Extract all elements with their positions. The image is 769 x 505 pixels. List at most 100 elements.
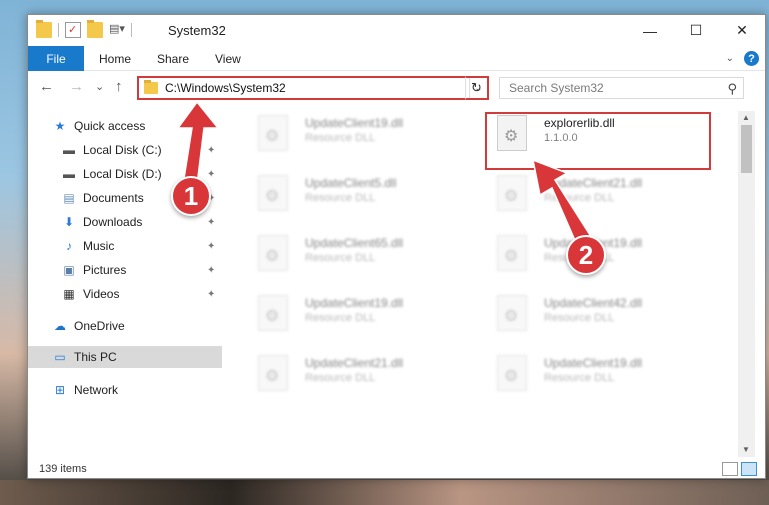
properties-icon[interactable]: ✓ xyxy=(65,22,81,38)
sidebar-item-local-disk-c[interactable]: ▬ Local Disk (C:) ✦ xyxy=(61,139,251,161)
tab-home[interactable]: Home xyxy=(99,46,131,71)
file-name: UpdateClient21.dll xyxy=(544,176,643,190)
file-name: UpdateClient5.dll xyxy=(305,176,397,190)
details-view-icon[interactable] xyxy=(722,462,738,476)
sidebar-item-local-disk-d[interactable]: ▬ Local Disk (D:) ✦ xyxy=(61,163,251,185)
quick-access-toolbar: ✓ ▤▾ xyxy=(36,20,132,38)
file-description: Resource DLL xyxy=(544,192,615,204)
sidebar-item-onedrive[interactable]: ☁ OneDrive xyxy=(52,315,125,337)
forward-button[interactable]: → xyxy=(69,78,84,95)
sidebar-item-pictures[interactable]: ▣ Pictures ✦ xyxy=(61,259,251,281)
refresh-button[interactable]: ↻ xyxy=(465,76,489,100)
downloads-icon: ⬇ xyxy=(63,215,75,229)
item-count: 139 items xyxy=(39,463,87,475)
sidebar-item-network[interactable]: ⊞ Network xyxy=(52,379,118,401)
dll-file-icon xyxy=(258,175,288,211)
sidebar-item-videos[interactable]: ▦ Videos ✦ xyxy=(61,283,251,305)
sidebar-item-label: OneDrive xyxy=(74,319,125,333)
star-icon: ★ xyxy=(54,119,66,133)
file-tile[interactable]: UpdateClient19.dll Resource DLL xyxy=(246,111,476,159)
dll-file-icon xyxy=(258,355,288,391)
sidebar-item-label: This PC xyxy=(74,350,117,364)
file-tile[interactable]: UpdateClient19.dll Resource DLL xyxy=(246,291,476,339)
file-tile[interactable]: UpdateClient65.dll Resource DLL xyxy=(246,231,476,279)
sidebar-item-label: Documents xyxy=(83,191,144,205)
sidebar-item-label: Pictures xyxy=(83,263,127,277)
address-path[interactable]: C:\Windows\System32 xyxy=(165,81,469,95)
computer-icon: ▭ xyxy=(54,350,66,364)
onedrive-icon: ☁ xyxy=(54,319,66,333)
back-button[interactable]: ← xyxy=(39,78,54,95)
pin-icon[interactable]: ✦ xyxy=(207,265,215,276)
file-description: Resource DLL xyxy=(305,252,376,264)
file-tile[interactable]: UpdateClient5.dll Resource DLL xyxy=(246,171,476,219)
step-2-badge: 2 xyxy=(566,235,606,275)
dll-file-icon xyxy=(497,175,527,211)
file-tile[interactable]: UpdateClient19.dll Resource DLL xyxy=(485,351,715,399)
folder-icon[interactable] xyxy=(36,20,52,38)
tab-view[interactable]: View xyxy=(215,46,241,71)
file-name: UpdateClient42.dll xyxy=(544,296,643,310)
file-description: Resource DLL xyxy=(544,372,615,384)
sidebar-item-label: Network xyxy=(74,383,119,397)
dll-file-icon xyxy=(258,295,288,331)
pin-icon[interactable]: ✦ xyxy=(207,145,215,156)
tiles-view-icon[interactable] xyxy=(741,462,757,476)
scroll-down-icon[interactable]: ▼ xyxy=(742,445,750,454)
pin-icon[interactable]: ✦ xyxy=(207,217,215,228)
sidebar-item-documents[interactable]: ▤ Documents ✦ xyxy=(61,187,251,209)
pin-icon[interactable]: ✦ xyxy=(207,169,215,180)
maximize-button[interactable]: ☐ xyxy=(673,15,719,46)
sidebar-item-label: Quick access xyxy=(74,119,146,133)
customize-toolbar-icon[interactable]: ▤▾ xyxy=(109,22,125,38)
desktop-background xyxy=(0,480,769,505)
sidebar-item-label: Local Disk (C:) xyxy=(83,143,162,157)
window-controls: — ☐ ✕ xyxy=(627,15,765,46)
file-explorer-window: ✓ ▤▾ System32 — ☐ ✕ File Home Share View… xyxy=(27,14,766,479)
navigation-pane: ★ Quick access ▬ Local Disk (C:) ✦ ▬ Loc… xyxy=(28,111,224,451)
tab-share[interactable]: Share xyxy=(157,46,189,71)
file-tile[interactable]: UpdateClient21.dll Resource DLL xyxy=(485,171,715,219)
pin-icon[interactable]: ✦ xyxy=(207,241,215,252)
file-name: UpdateClient19.dll xyxy=(305,296,404,310)
status-bar: 139 items xyxy=(28,458,765,478)
file-tile[interactable]: UpdateClient21.dll Resource DLL xyxy=(246,351,476,399)
expand-ribbon-icon[interactable]: ⌄ xyxy=(726,53,734,64)
close-button[interactable]: ✕ xyxy=(719,15,765,46)
help-icon[interactable]: ? xyxy=(744,51,759,66)
search-input[interactable]: Search System32 ⚲ xyxy=(499,77,744,99)
view-buttons xyxy=(722,462,757,476)
documents-icon: ▤ xyxy=(63,191,75,205)
ribbon-tabs: File Home Share View ⌄ ? xyxy=(28,46,765,71)
divider xyxy=(131,23,132,37)
sidebar-item-music[interactable]: ♪ Music ✦ xyxy=(61,235,251,257)
recent-locations-button[interactable]: ⌄ xyxy=(95,80,104,93)
file-name: UpdateClient19.dll xyxy=(305,116,404,130)
file-description: Resource DLL xyxy=(305,312,376,324)
address-bar[interactable]: C:\Windows\System32 ⌄ xyxy=(137,76,489,100)
sidebar-item-this-pc[interactable]: ▭ This PC xyxy=(52,346,117,368)
sidebar-item-quick-access[interactable]: ★ Quick access xyxy=(52,115,146,137)
sidebar-item-downloads[interactable]: ⬇ Downloads ✦ xyxy=(61,211,251,233)
vertical-scrollbar[interactable]: ▲ ▼ xyxy=(738,111,755,457)
minimize-button[interactable]: — xyxy=(627,15,673,46)
tab-file[interactable]: File xyxy=(28,46,84,71)
dll-file-icon xyxy=(497,235,527,271)
search-icon: ⚲ xyxy=(727,81,737,96)
scrollbar-thumb[interactable] xyxy=(741,125,752,173)
pin-icon[interactable]: ✦ xyxy=(207,289,215,300)
file-highlight-box xyxy=(485,112,711,170)
navigation-bar: ← → ⌄ ↑ C:\Windows\System32 ⌄ ↻ Search S… xyxy=(28,72,765,104)
file-name: UpdateClient21.dll xyxy=(305,356,404,370)
file-name: UpdateClient65.dll xyxy=(305,236,404,250)
step-1-badge: 1 xyxy=(171,176,211,216)
sidebar-item-label: Music xyxy=(83,239,115,253)
file-tile[interactable]: UpdateClient42.dll Resource DLL xyxy=(485,291,715,339)
scroll-up-icon[interactable]: ▲ xyxy=(742,113,750,122)
new-folder-icon[interactable] xyxy=(87,20,103,38)
videos-icon: ▦ xyxy=(63,287,75,301)
pictures-icon: ▣ xyxy=(63,263,75,277)
dll-file-icon xyxy=(497,295,527,331)
music-icon: ♪ xyxy=(66,239,72,253)
up-button[interactable]: ↑ xyxy=(115,78,123,95)
